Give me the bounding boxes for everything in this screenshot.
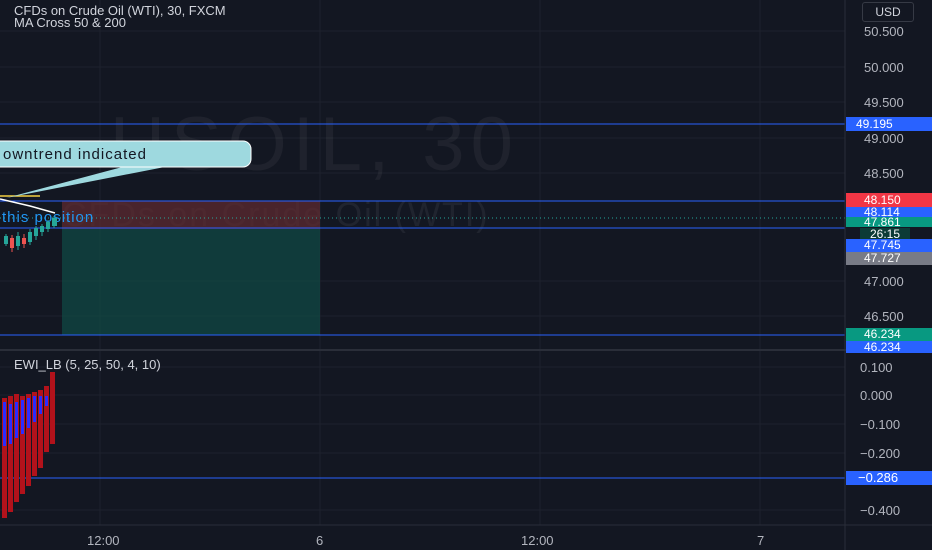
time-tick: 7 [757,533,764,548]
time-axis[interactable]: 12:00 6 12:00 7 [87,533,764,548]
indicator-tick: −0.100 [860,417,900,432]
time-tick: 12:00 [521,533,554,548]
indicator-bar [39,396,42,414]
price-tick: 47.000 [864,274,904,289]
indicator-bar [9,404,12,444]
indicator-tick: 0.000 [860,388,893,403]
candle [16,236,20,246]
indicator-tick: 0.100 [860,360,893,375]
candle [34,228,38,236]
price-tick: 49.000 [864,131,904,146]
price-axis[interactable]: 50.500 50.000 49.500 49.000 48.500 47.00… [864,24,904,324]
indicator-axis[interactable]: 0.100 0.000 −0.100 −0.200 −0.286 −0.400 [846,360,932,518]
indicator-level-label: −0.286 [858,470,898,485]
price-label-47-745: 47.745 [864,238,901,252]
indicator-title[interactable]: EWI_LB (5, 25, 50, 4, 10) [14,357,161,372]
indicator-bars[interactable] [2,372,55,518]
indicator-bar [44,386,49,452]
time-tick: 6 [316,533,323,548]
price-label-46-234-a: 46.234 [864,327,901,341]
price-tick: 49.500 [864,95,904,110]
indicator-tick: −0.200 [860,446,900,461]
time-tick: 12:00 [87,533,120,548]
candle [52,218,57,226]
indicator-tick: −0.400 [860,503,900,518]
price-label-46-234-b: 46.234 [864,340,901,354]
candle [4,236,8,244]
price-chart[interactable]: USOIL, 30 CFDs on Crude Oil (WTI) owntre… [0,0,932,550]
ma-indicator-title[interactable]: MA Cross 50 & 200 [14,15,126,30]
price-tick: 50.500 [864,24,904,39]
indicator-bar [33,396,36,422]
currency-button[interactable]: USD [862,2,914,22]
chart-app: USOIL, 30 CFDs on Crude Oil (WTI) owntre… [0,0,932,550]
indicator-bar [50,372,55,444]
indicator-bar [15,402,18,438]
candle [22,238,26,244]
indicator-bar [3,402,6,446]
price-tick: 50.000 [864,60,904,75]
candle [40,226,44,232]
price-label-47-727: 47.727 [864,251,901,265]
candle [28,232,32,242]
callout-text: owntrend indicated [3,146,147,163]
price-tick: 46.500 [864,309,904,324]
candle [46,222,50,229]
price-tick: 48.500 [864,166,904,181]
indicator-bar [45,396,48,406]
indicator-bar [27,398,30,428]
price-label-49-195: 49.195 [856,117,893,131]
position-target-zone[interactable] [62,229,320,335]
candle [10,238,14,248]
position-stop-zone[interactable] [62,201,320,229]
indicator-bar [21,400,24,434]
